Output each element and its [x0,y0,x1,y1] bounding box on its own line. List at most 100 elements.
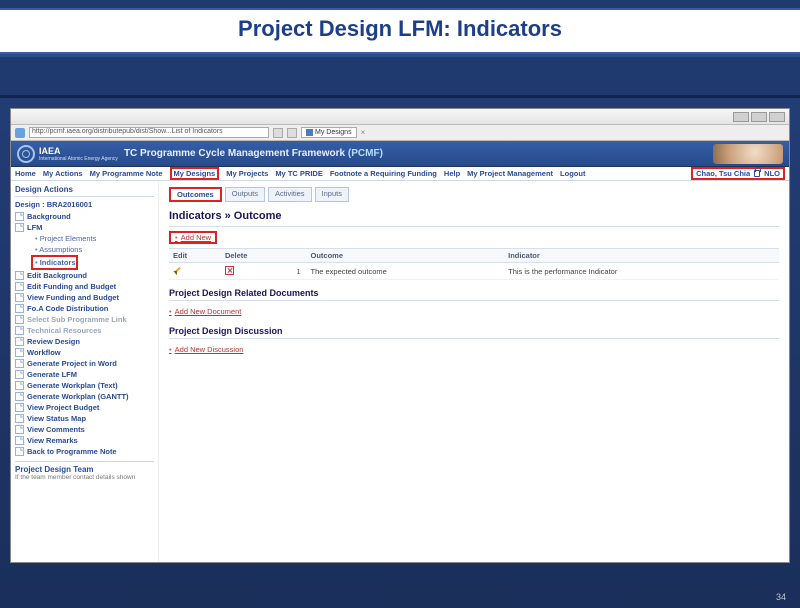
subtab-row: Outcomes Outputs Activities Inputs [169,187,779,202]
sidebar-item-label: View Status Map [27,414,86,423]
doc-icon [15,414,24,423]
tab-close-icon[interactable]: × [361,128,366,137]
sidebar-item-label: LFM [27,223,42,232]
maximize-button[interactable] [751,112,767,122]
url-input[interactable]: http://pcmf.iaea.org/distributepub/dist/… [29,127,269,138]
subtab-inputs[interactable]: Inputs [315,187,349,202]
lock-icon [754,170,760,177]
sidebar-item-label: Back to Programme Note [27,447,117,456]
doc-icon [15,425,24,434]
nav-home[interactable]: Home [15,169,36,178]
doc-icon [15,223,24,232]
sidebar-subitem[interactable]: Project Elements [35,233,154,244]
doc-icon [15,403,24,412]
doc-icon [15,370,24,379]
sidebar-item-label: Edit Funding and Budget [27,282,116,291]
sidebar-item[interactable]: Fo.A Code Distribution [15,303,154,314]
sidebar-item[interactable]: Generate LFM [15,369,154,380]
site-identity-icon[interactable] [15,128,25,138]
page-heading: Indicators » Outcome [169,210,779,222]
sidebar-item[interactable]: Back to Programme Note [15,446,154,457]
sidebar-item[interactable]: View Remarks [15,435,154,446]
browser-window: http://pcmf.iaea.org/distributepub/dist/… [10,108,790,563]
doc-icon [15,282,24,291]
search-icon[interactable] [287,128,297,138]
window-buttons [733,112,785,122]
sidebar-item-label: Generate Workplan (Text) [27,381,118,390]
user-info: Chao, Tsu Chia NLO [691,167,785,180]
sidebar-item-label: View Project Budget [27,403,99,412]
subtab-activities[interactable]: Activities [268,187,312,202]
sidebar-item[interactable]: View Comments [15,424,154,435]
header-image [713,144,783,164]
doc-icon [15,212,24,221]
app-title: TC Programme Cycle Management Framework … [124,148,383,159]
sidebar-item-label: Fo.A Code Distribution [27,304,108,313]
sidebar-item-label: Workflow [27,348,61,357]
sidebar-item[interactable]: Select Sub Programme Link [15,314,154,325]
row-indicator: This is the performance Indicator [504,263,779,280]
nav-my-projects[interactable]: My Projects [226,169,268,178]
minimize-button[interactable] [733,112,749,122]
doc-icon [15,337,24,346]
address-bar: http://pcmf.iaea.org/distributepub/dist/… [11,125,789,141]
delete-icon[interactable] [225,266,234,275]
edit-icon[interactable] [173,265,183,275]
doc-icon [15,271,24,280]
add-new-discussion-link[interactable]: Add New Discussion [169,345,243,354]
doc-icon [15,293,24,302]
nav-my-designs[interactable]: My Designs [170,167,220,180]
sidebar-item[interactable]: Generate Workplan (GANTT) [15,391,154,402]
sidebar-subitem[interactable]: Assumptions [35,244,154,255]
nav-my-tc-pride[interactable]: My TC PRIDE [275,169,323,178]
sidebar-item[interactable]: View Funding and Budget [15,292,154,303]
divider [169,226,779,227]
sidebar-item[interactable]: Generate Project in Word [15,358,154,369]
sidebar-item[interactable]: Background [15,211,154,222]
doc-icon [15,381,24,390]
atom-icon [17,145,35,163]
table-row: 1 The expected outcome This is the perfo… [169,263,779,280]
sidebar-item-label: View Remarks [27,436,78,445]
divider [169,300,779,301]
sidebar-item[interactable]: Review Design [15,336,154,347]
nav-logout[interactable]: Logout [560,169,585,178]
sidebar-item[interactable]: Generate Workplan (Text) [15,380,154,391]
subtab-outputs[interactable]: Outputs [225,187,265,202]
window-chrome [11,109,789,125]
project-team-text: If the team member contact details shown [15,474,154,482]
org-logo[interactable]: IAEA International Atomic Energy Agency [17,145,118,163]
sidebar-item-label: Background [27,212,71,221]
sidebar-item-label: Select Sub Programme Link [27,315,127,324]
sidebar-item[interactable]: View Status Map [15,413,154,424]
tab-favicon-icon [306,129,313,136]
col-delete: Delete [221,249,293,263]
sidebar-subitem[interactable]: Indicators [31,255,78,270]
sidebar-list: Background LFMProject ElementsAssumptions… [15,211,154,457]
nav-help[interactable]: Help [444,169,460,178]
doc-icon [15,326,24,335]
col-outcome: Outcome [307,249,505,263]
close-button[interactable] [769,112,785,122]
app-header: IAEA International Atomic Energy Agency … [11,141,789,167]
nav-my-project-mgmt[interactable]: My Project Management [467,169,553,178]
reload-icon[interactable] [273,128,283,138]
nav-my-actions[interactable]: My Actions [43,169,83,178]
nav-footnote-funding[interactable]: Footnote a Requiring Funding [330,169,437,178]
add-new-document-link[interactable]: Add New Document [169,307,241,316]
doc-icon [15,392,24,401]
sidebar-item[interactable]: Technical Resources [15,325,154,336]
sidebar-item[interactable]: Edit Funding and Budget [15,281,154,292]
sidebar-heading: Design Actions [15,185,154,197]
divider [169,338,779,339]
add-new-indicator-link[interactable]: Add New [169,231,217,244]
sidebar-item[interactable]: LFM [15,222,154,233]
sidebar-item[interactable]: View Project Budget [15,402,154,413]
design-id-row: Design : BRA2016001 [15,200,154,209]
nav-my-programme-note[interactable]: My Programme Note [90,169,163,178]
subtab-outcomes[interactable]: Outcomes [169,187,222,202]
sidebar-item-label: Review Design [27,337,80,346]
sidebar-item[interactable]: Workflow [15,347,154,358]
browser-tab[interactable]: My Designs [301,127,357,138]
sidebar-item[interactable]: Edit Background [15,270,154,281]
